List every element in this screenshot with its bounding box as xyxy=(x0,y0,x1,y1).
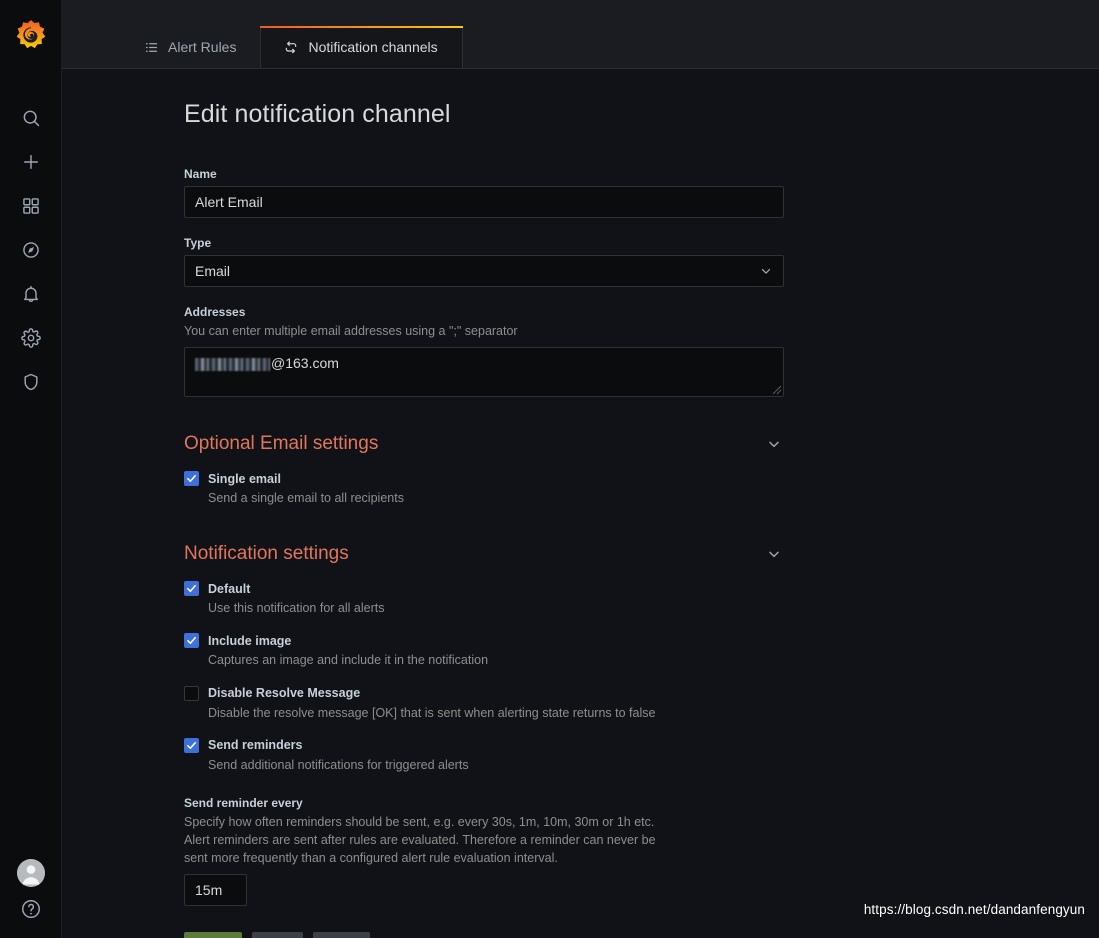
field-type: Type Email xyxy=(184,236,784,287)
check-icon xyxy=(187,475,196,483)
avatar-icon xyxy=(17,859,45,887)
type-select[interactable]: Email xyxy=(184,255,784,287)
sidebar-nav-bottom xyxy=(0,859,62,920)
checkbox-include-image: Include image Captures an image and incl… xyxy=(184,633,784,669)
reminder-description: Specify how often reminders should be se… xyxy=(184,814,656,865)
checkbox-label[interactable]: Single email xyxy=(208,472,281,486)
field-send-reminder-every: Send reminder every Specify how often re… xyxy=(184,795,784,907)
checkbox-label[interactable]: Disable Resolve Message xyxy=(208,686,360,700)
form-action-buttons: Save Test Back xyxy=(184,932,371,938)
addresses-textarea[interactable] xyxy=(184,347,784,398)
test-button[interactable]: Test xyxy=(251,932,304,938)
tab-alert-rules[interactable]: Alert Rules xyxy=(122,26,260,68)
type-select-wrap: Email xyxy=(184,255,784,287)
shield-icon xyxy=(23,373,38,391)
disable-resolve-message-checkbox[interactable] xyxy=(184,685,199,701)
checkbox-label[interactable]: Include image xyxy=(208,634,291,648)
checkbox-line: Single email xyxy=(184,471,784,487)
grafana-logo-icon xyxy=(16,19,45,48)
section-optional-email-settings[interactable]: Optional Email settings xyxy=(184,433,784,455)
include-image-checkbox[interactable] xyxy=(184,633,199,649)
reminder-input[interactable] xyxy=(184,874,247,907)
main-sidebar xyxy=(0,0,62,938)
addresses-textarea-wrap: @163.com xyxy=(184,347,784,398)
field-name: Name xyxy=(184,167,784,218)
check-icon xyxy=(187,637,196,645)
sidebar-item-help[interactable] xyxy=(20,898,42,920)
compass-icon xyxy=(22,242,39,258)
tab-notification-channels[interactable]: Notification channels xyxy=(260,26,463,68)
sidebar-item-create[interactable] xyxy=(0,140,62,184)
sidebar-nav-top xyxy=(0,96,62,404)
checkbox-label[interactable]: Send reminders xyxy=(208,738,302,752)
tab-label: Notification channels xyxy=(308,39,438,55)
checkbox-line: Send reminders xyxy=(184,737,784,753)
sidebar-item-dashboards[interactable] xyxy=(0,184,62,228)
grafana-logo-link[interactable] xyxy=(0,0,62,69)
help-circle-icon xyxy=(22,900,40,918)
avatar[interactable] xyxy=(17,859,45,887)
page-topbar: Alert Rules Notification channels xyxy=(62,0,1099,69)
checkbox-line: Disable Resolve Message xyxy=(184,685,784,701)
checkbox-single-email: Single email Send a single email to all … xyxy=(184,471,784,507)
page-content: Edit notification channel Name Type Emai… xyxy=(62,69,1099,938)
sidebar-item-search[interactable] xyxy=(0,96,62,140)
search-icon xyxy=(23,110,39,127)
addresses-description: You can enter multiple email addresses u… xyxy=(184,324,518,338)
dashboards-icon xyxy=(22,198,39,214)
checkbox-line: Default xyxy=(184,581,784,597)
name-label: Name xyxy=(184,167,217,181)
chevron-down-icon[interactable] xyxy=(766,546,784,562)
main-area: Alert Rules Notification channels Edit n… xyxy=(62,0,1099,938)
send-reminders-checkbox[interactable] xyxy=(184,737,199,753)
sidebar-item-explore[interactable] xyxy=(0,228,62,272)
sidebar-item-alerting[interactable] xyxy=(0,272,62,316)
reminder-label: Send reminder every xyxy=(184,795,303,810)
field-addresses: Addresses You can enter multiple email a… xyxy=(184,305,784,398)
grafana-app: Alert Rules Notification channels Edit n… xyxy=(0,0,1099,938)
addresses-label: Addresses xyxy=(184,305,246,319)
sidebar-item-server-admin[interactable] xyxy=(0,360,62,404)
tab-bar: Alert Rules Notification channels xyxy=(122,0,463,68)
bell-icon xyxy=(23,285,38,302)
single-email-checkbox[interactable] xyxy=(184,471,199,487)
check-icon xyxy=(187,741,196,749)
checkbox-description: Use this notification for all alerts xyxy=(208,601,385,616)
section-notification-settings[interactable]: Notification settings xyxy=(184,543,784,565)
name-input[interactable] xyxy=(184,186,784,218)
checkbox-disable-resolve-message: Disable Resolve Message Disable the reso… xyxy=(184,685,784,722)
checkbox-description: Send a single email to all recipients xyxy=(208,491,404,506)
save-button[interactable]: Save xyxy=(184,932,242,938)
chevron-down-icon[interactable] xyxy=(766,436,784,452)
share-alt-icon xyxy=(283,39,299,55)
checkbox-description: Captures an image and include it in the … xyxy=(208,653,489,668)
checkbox-description: Send additional notifications for trigge… xyxy=(208,757,469,772)
gear-icon xyxy=(20,328,41,348)
list-icon xyxy=(144,40,159,55)
check-icon xyxy=(187,585,196,593)
sidebar-item-configuration[interactable] xyxy=(0,316,62,360)
section-title: Optional Email settings xyxy=(184,433,379,455)
page-title: Edit notification channel xyxy=(184,100,451,128)
back-button[interactable]: Back xyxy=(313,932,371,938)
checkbox-description: Disable the resolve message [OK] that is… xyxy=(208,705,656,720)
checkbox-label[interactable]: Default xyxy=(208,582,250,596)
checkbox-default: Default Use this notification for all al… xyxy=(184,581,784,617)
default-checkbox[interactable] xyxy=(184,581,199,597)
type-label: Type xyxy=(184,236,212,250)
plus-icon xyxy=(23,155,38,169)
section-title: Notification settings xyxy=(184,543,349,565)
checkbox-send-reminders: Send reminders Send additional notificat… xyxy=(184,737,784,774)
tab-label: Alert Rules xyxy=(168,39,237,55)
watermark: https://blog.csdn.net/dandanfengyun xyxy=(863,902,1085,917)
checkbox-line: Include image xyxy=(184,633,784,649)
